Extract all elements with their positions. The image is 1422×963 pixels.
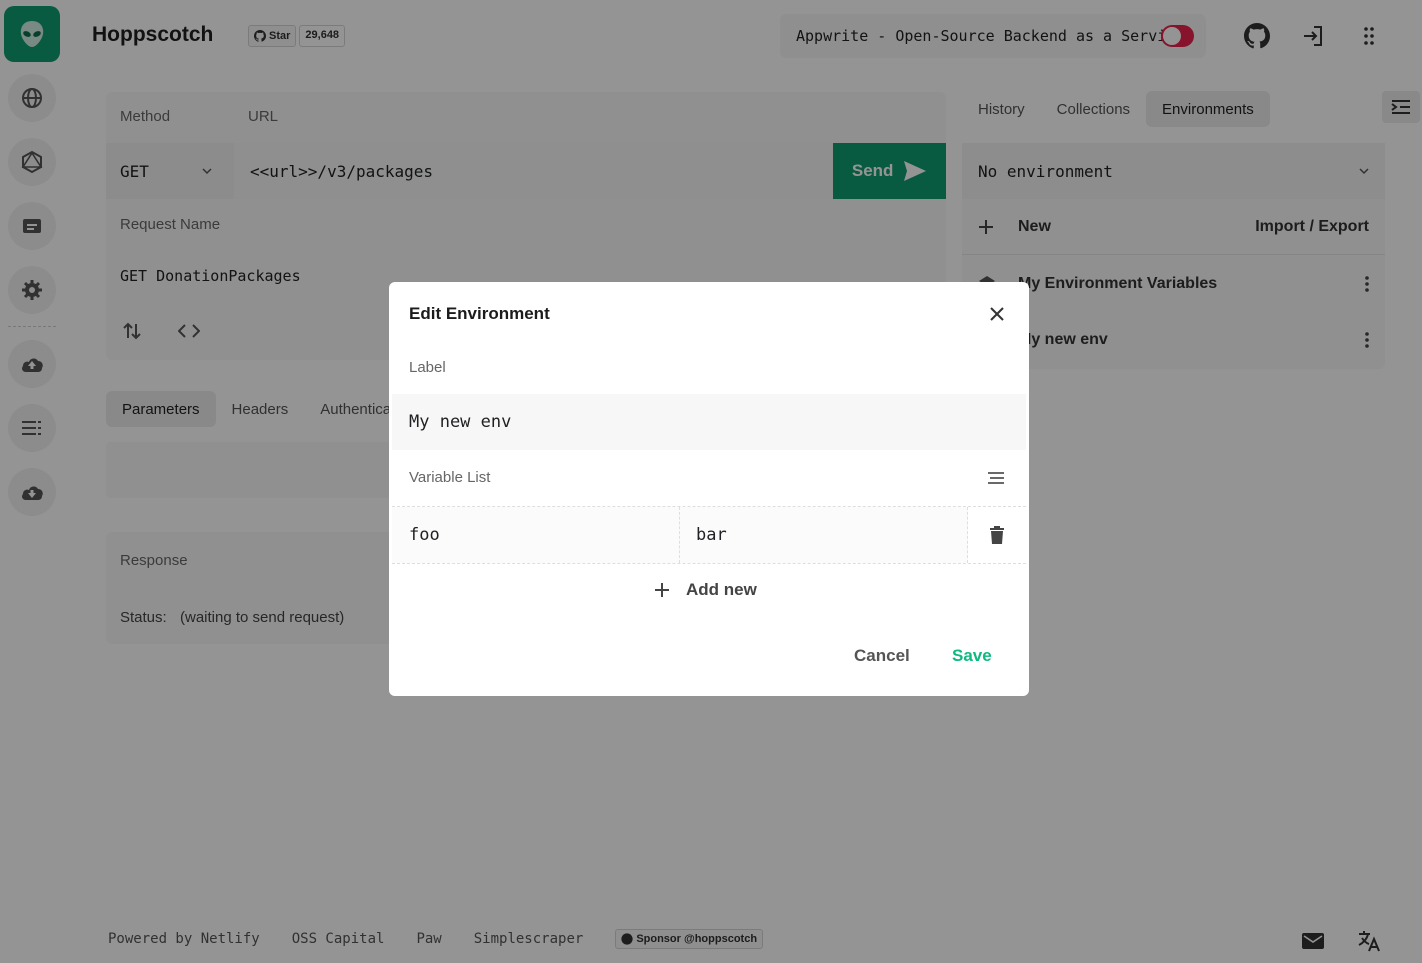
add-new-variable-button[interactable]: Add new [654, 580, 757, 600]
close-button[interactable] [985, 302, 1009, 326]
add-new-label: Add new [686, 580, 757, 599]
bulk-edit-icon[interactable] [987, 471, 1005, 485]
variable-row: foo bar [392, 506, 1026, 564]
label-input[interactable]: My new env [392, 394, 1026, 450]
delete-variable-button[interactable] [968, 507, 1026, 563]
variable-key-input[interactable]: foo [392, 507, 680, 563]
variable-value-input[interactable]: bar [680, 507, 968, 563]
plus-icon [655, 583, 669, 597]
modal-title: Edit Environment [409, 304, 550, 323]
cancel-button[interactable]: Cancel [854, 646, 910, 666]
save-button[interactable]: Save [952, 646, 992, 666]
close-icon [990, 307, 1004, 321]
variable-list-label: Variable List [409, 469, 491, 486]
edit-environment-modal: Edit Environment Label My new env Variab… [389, 282, 1029, 696]
trash-icon [990, 526, 1004, 544]
label-field-label: Label [409, 359, 446, 376]
